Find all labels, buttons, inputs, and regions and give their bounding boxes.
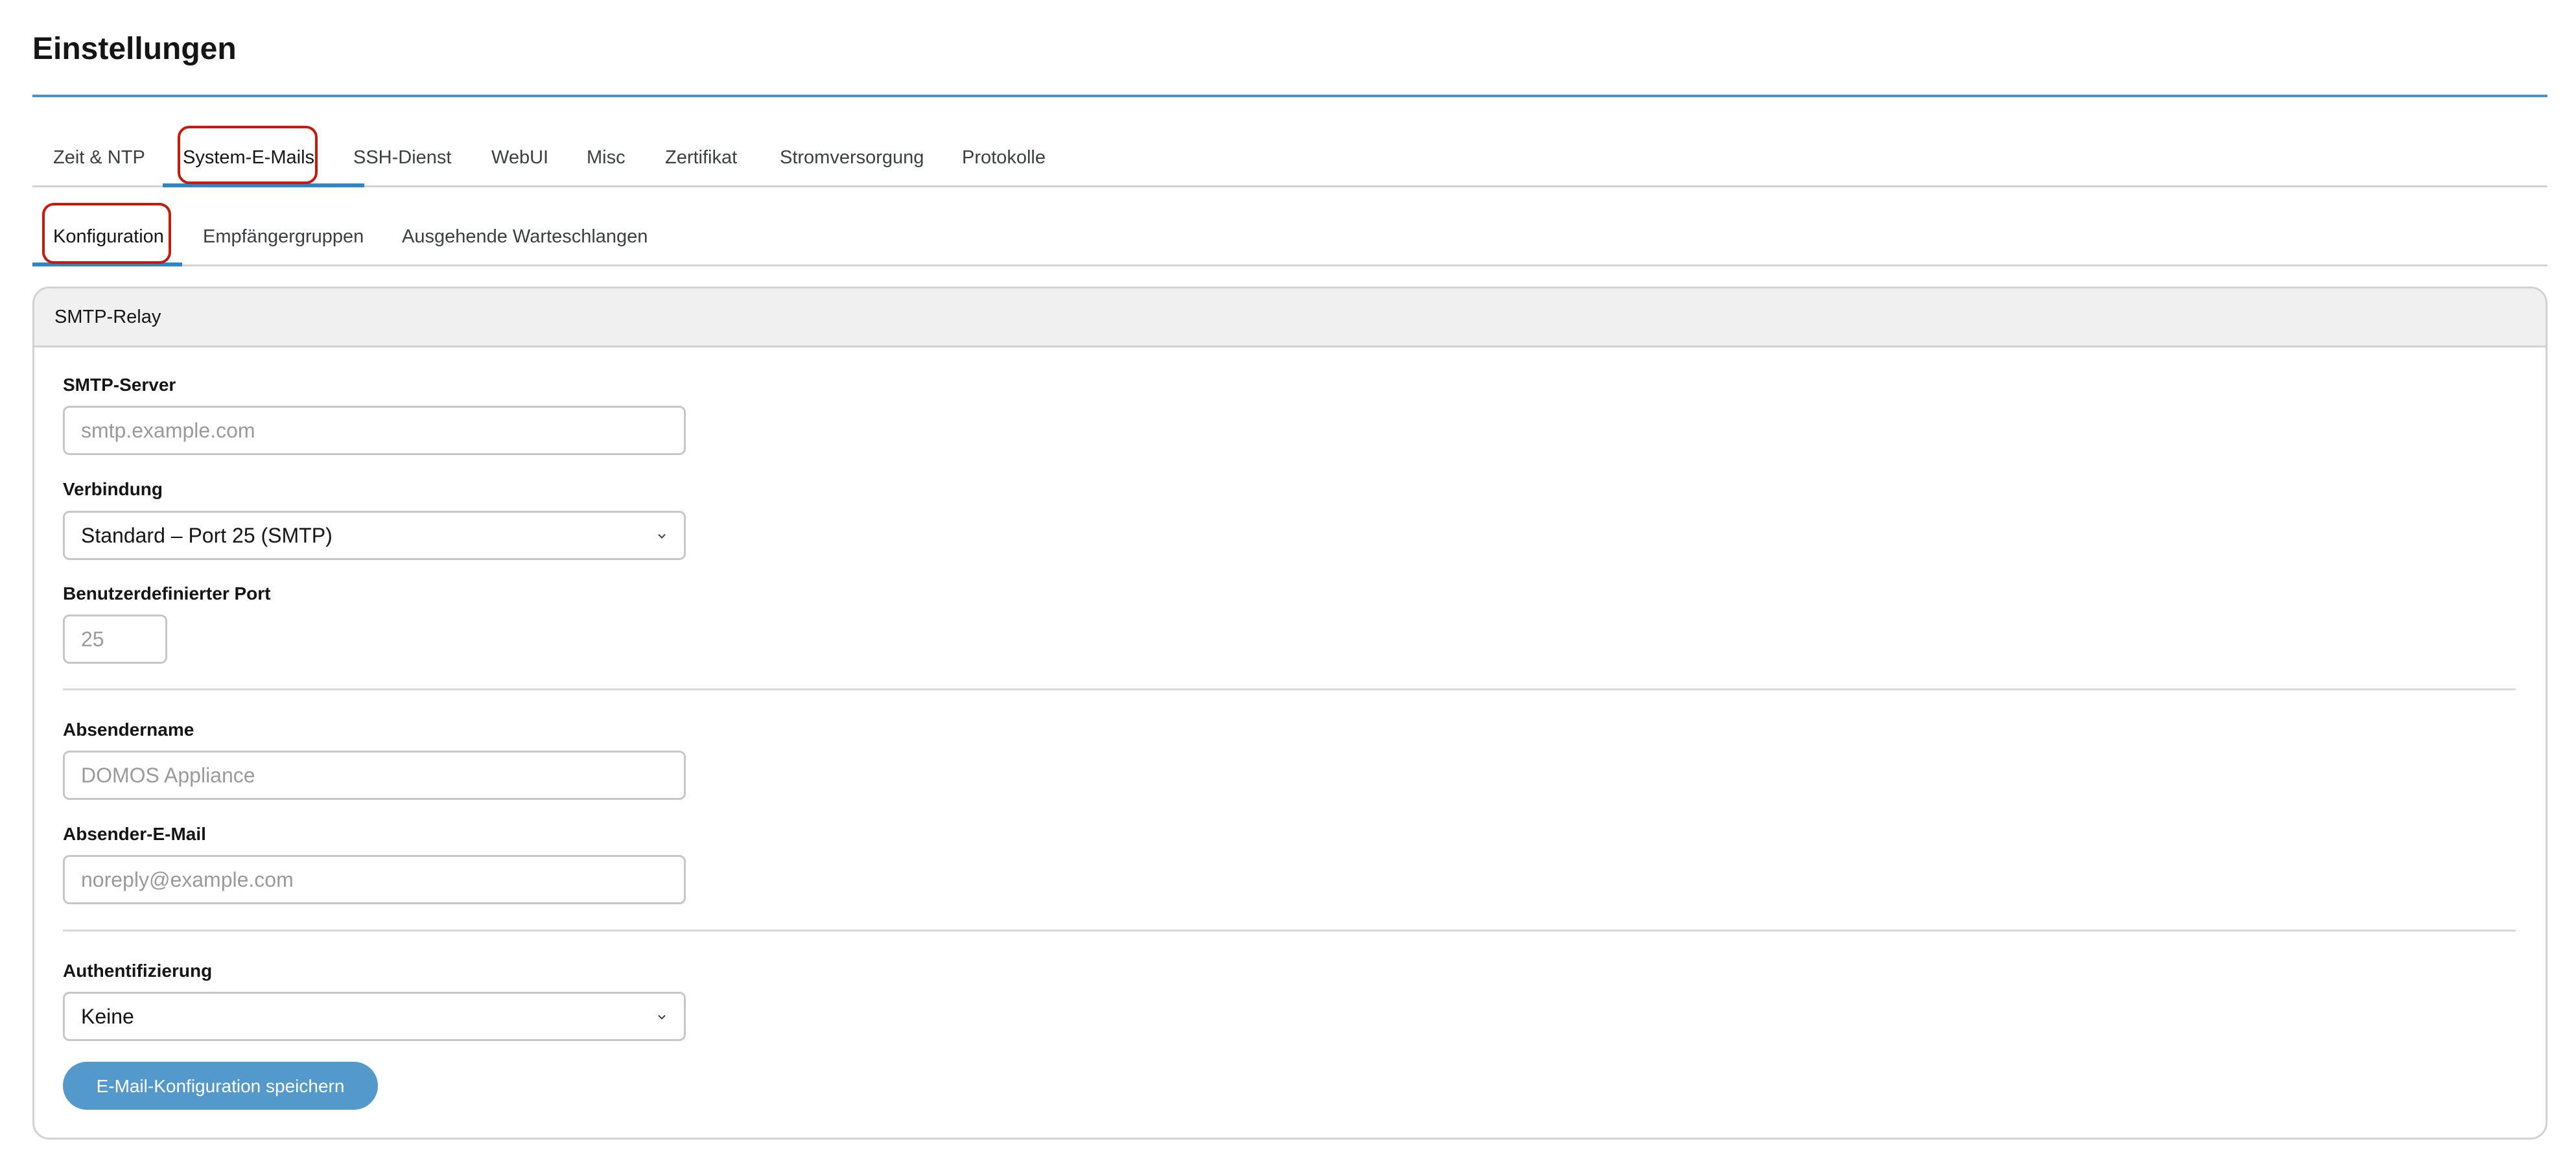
authentication-select[interactable]: Keine bbox=[63, 992, 686, 1041]
section-divider bbox=[63, 930, 2516, 931]
sender-email-label: Absender-E-Mail bbox=[63, 824, 206, 844]
section-divider bbox=[63, 688, 2516, 690]
active-subtab-indicator bbox=[32, 263, 182, 266]
custom-port-input[interactable] bbox=[63, 615, 167, 664]
authentication-label: Authentifizierung bbox=[63, 961, 213, 981]
connection-selected-value: Standard – Port 25 (SMTP) bbox=[81, 524, 333, 547]
sender-name-label: Absendername bbox=[63, 720, 194, 740]
main-tab-bar: Zeit & NTP System-E-Mails SSH-Dienst Web… bbox=[32, 126, 2547, 187]
connection-label: Verbindung bbox=[63, 479, 163, 499]
tab-stromversorgung[interactable]: Stromversorgung bbox=[780, 130, 924, 185]
page-title: Einstellungen bbox=[32, 32, 237, 66]
smtp-server-input[interactable] bbox=[63, 406, 686, 455]
sub-tab-bar: Konfiguration Empfängergruppen Ausgehend… bbox=[32, 203, 2547, 266]
smtp-server-label: SMTP-Server bbox=[63, 375, 176, 395]
card-header: SMTP-Relay bbox=[34, 288, 2546, 347]
chevron-down-icon bbox=[658, 1014, 666, 1020]
title-divider bbox=[32, 95, 2547, 97]
tab-webui[interactable]: WebUI bbox=[491, 130, 548, 185]
custom-port-label: Benutzerdefinierter Port bbox=[63, 583, 271, 603]
settings-page: Einstellungen Zeit & NTP System-E-Mails … bbox=[0, 0, 2576, 1159]
sender-name-input[interactable] bbox=[63, 751, 686, 800]
active-tab-indicator bbox=[163, 183, 364, 187]
authentication-selected-value: Keine bbox=[81, 1005, 134, 1028]
tab-protokolle[interactable]: Protokolle bbox=[962, 130, 1046, 185]
sender-email-input[interactable] bbox=[63, 855, 686, 904]
subtab-konfiguration[interactable]: Konfiguration bbox=[53, 209, 164, 264]
tab-ssh-dienst[interactable]: SSH-Dienst bbox=[353, 130, 452, 185]
tab-zeit-ntp[interactable]: Zeit & NTP bbox=[53, 130, 145, 185]
tab-system-e-mails[interactable]: System-E-Mails bbox=[183, 130, 314, 185]
tab-zertifikat[interactable]: Zertifikat bbox=[665, 130, 737, 185]
subtab-empfaengergruppen[interactable]: Empfängergruppen bbox=[203, 209, 364, 264]
connection-select[interactable]: Standard – Port 25 (SMTP) bbox=[63, 511, 686, 560]
save-email-config-button[interactable]: E-Mail-Konfiguration speichern bbox=[63, 1062, 378, 1110]
chevron-down-icon bbox=[658, 533, 666, 539]
subtab-ausgehende-warteschlangen[interactable]: Ausgehende Warteschlangen bbox=[402, 209, 648, 264]
tab-misc[interactable]: Misc bbox=[587, 130, 626, 185]
